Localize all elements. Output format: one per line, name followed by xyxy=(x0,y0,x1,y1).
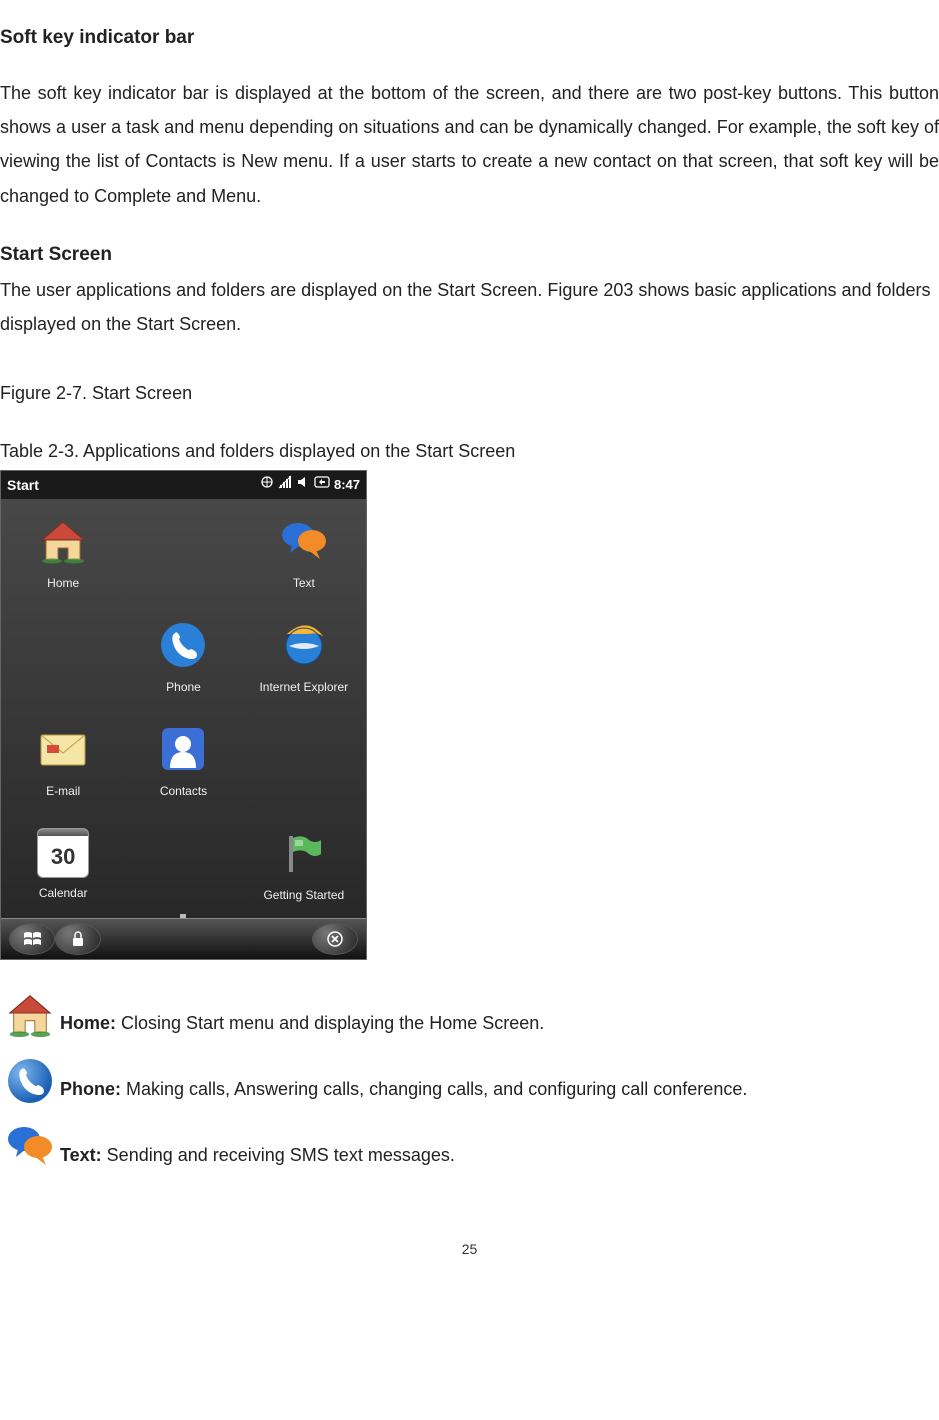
desc-home-text: Closing Start menu and displaying the Ho… xyxy=(116,1013,544,1033)
getting-started-icon xyxy=(275,826,333,880)
app-contacts-label: Contacts xyxy=(160,780,207,803)
app-calendar[interactable]: 30 Calendar xyxy=(3,815,123,919)
desc-text-text: Sending and receiving SMS text messages. xyxy=(102,1145,455,1165)
app-empty-slot-2 xyxy=(3,607,123,711)
text-icon xyxy=(275,514,333,568)
email-icon xyxy=(34,722,92,776)
table-caption: Table 2-3. Applications and folders disp… xyxy=(0,434,939,468)
sync-icon xyxy=(314,473,330,498)
app-home[interactable]: Home xyxy=(3,503,123,607)
app-empty-slot-4 xyxy=(123,815,243,919)
page-number: 25 xyxy=(0,1236,939,1263)
app-getting-started-label: Getting Started xyxy=(263,884,344,907)
desc-phone-text: Making calls, Answering calls, changing … xyxy=(121,1079,747,1099)
section-heading-softkey: Soft key indicator bar xyxy=(0,20,939,56)
ie-icon xyxy=(275,618,333,672)
status-title: Start xyxy=(7,472,39,499)
desc-text-label: Text: xyxy=(60,1145,102,1165)
windows-button[interactable] xyxy=(9,923,55,955)
app-contacts[interactable]: Contacts xyxy=(123,711,243,815)
paragraph-start-screen: The user applications and folders are di… xyxy=(0,280,931,334)
status-bar: Start 8:47 xyxy=(1,471,366,499)
desc-phone-label: Phone: xyxy=(60,1079,121,1099)
home-icon xyxy=(34,514,92,568)
contacts-icon xyxy=(154,722,212,776)
phone-icon xyxy=(0,1054,60,1108)
app-description-list: Home: Closing Start menu and displaying … xyxy=(0,988,939,1176)
start-screen-screenshot: Start 8:47 xyxy=(0,470,367,960)
desc-row-phone: Phone: Making calls, Answering calls, ch… xyxy=(0,1054,939,1110)
app-empty-slot xyxy=(123,503,243,607)
home-icon xyxy=(0,988,60,1042)
phone-icon xyxy=(154,618,212,672)
signal-config-icon xyxy=(260,473,274,498)
app-calendar-label: Calendar xyxy=(39,882,88,905)
desc-row-text: Text: Sending and receiving SMS text mes… xyxy=(0,1120,939,1176)
app-getting-started[interactable]: Getting Started xyxy=(244,815,364,919)
section-start-screen: Start Screen The user applications and f… xyxy=(0,237,939,341)
calendar-icon: 30 xyxy=(37,828,89,878)
bottom-softkey-bar xyxy=(1,918,366,959)
app-text-label: Text xyxy=(293,572,315,595)
figure-caption: Figure 2-7. Start Screen xyxy=(0,376,939,410)
desc-home-label: Home: xyxy=(60,1013,116,1033)
app-ie-label: Internet Explorer xyxy=(259,676,348,699)
app-email-label: E-mail xyxy=(46,780,80,803)
status-time: 8:47 xyxy=(334,473,360,498)
paragraph-softkey: The soft key indicator bar is displayed … xyxy=(0,76,939,213)
desc-row-home: Home: Closing Start menu and displaying … xyxy=(0,988,939,1044)
section-heading-start-screen: Start Screen xyxy=(0,244,112,265)
signal-bars-icon xyxy=(278,473,292,498)
speaker-icon xyxy=(296,473,310,498)
calendar-day-number: 30 xyxy=(38,836,88,878)
lock-button[interactable] xyxy=(55,923,101,955)
status-icons: 8:47 xyxy=(260,473,360,498)
close-button[interactable] xyxy=(312,923,358,955)
app-home-label: Home xyxy=(47,572,79,595)
app-text[interactable]: Text xyxy=(244,503,364,607)
app-phone-label: Phone xyxy=(166,676,201,699)
app-email[interactable]: E-mail xyxy=(3,711,123,815)
text-icon xyxy=(0,1120,60,1174)
app-empty-slot-3 xyxy=(244,711,364,815)
app-phone[interactable]: Phone xyxy=(123,607,243,711)
app-ie[interactable]: Internet Explorer xyxy=(244,607,364,711)
